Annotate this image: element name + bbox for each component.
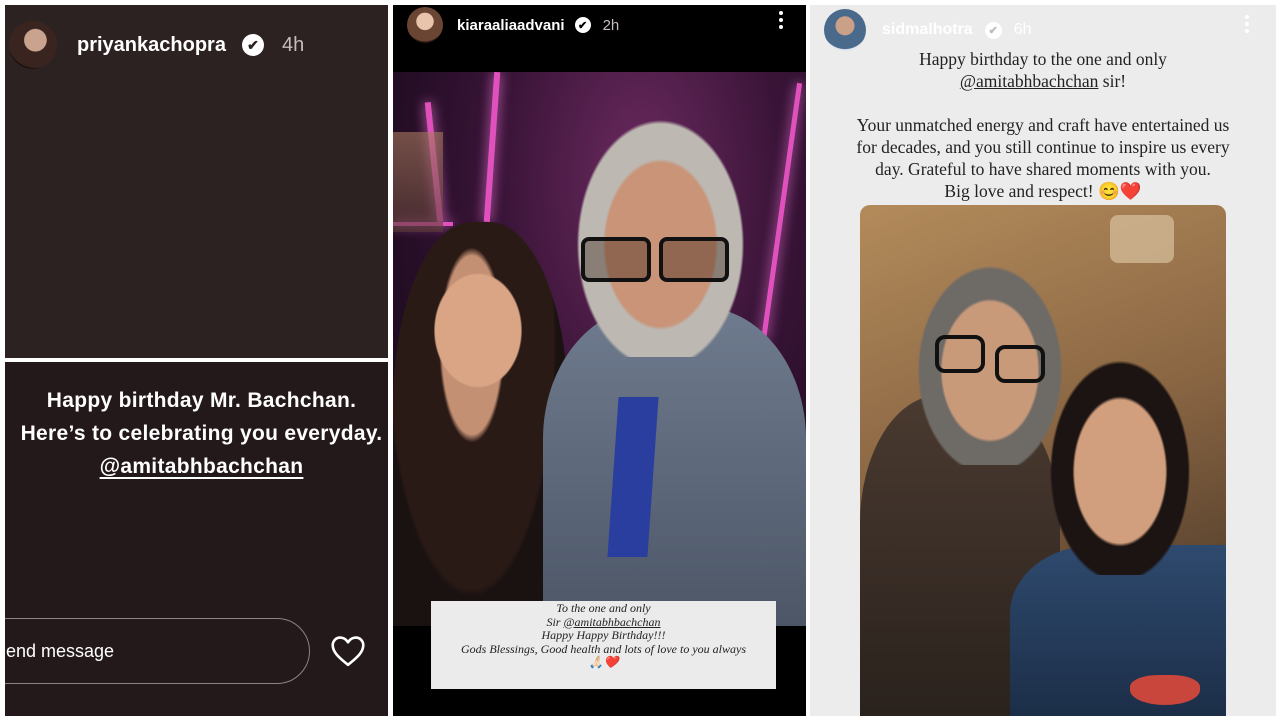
caption-line: Happy birthday Mr. Bachchan. bbox=[46, 389, 357, 412]
caption-prefix: Sir bbox=[546, 614, 564, 629]
verified-badge-icon: ✔ bbox=[984, 21, 1002, 39]
avatar[interactable] bbox=[824, 9, 866, 51]
story-photo bbox=[860, 205, 1226, 716]
post-time: 4h bbox=[281, 33, 305, 56]
story-header: priyankachopra ✔ 4h bbox=[9, 21, 304, 69]
username[interactable]: kiaraaliaadvani bbox=[457, 17, 565, 34]
story-header: sidmalhotra ✔ 6h bbox=[824, 9, 1031, 51]
verified-badge-icon: ✔ bbox=[241, 34, 264, 56]
text-suffix: sir! bbox=[1098, 71, 1127, 91]
story-photo bbox=[393, 72, 806, 626]
story-text: Happy birthday to the one and only @amit… bbox=[810, 48, 1276, 224]
more-vertical-icon[interactable] bbox=[1244, 13, 1250, 35]
mention-link[interactable]: @amitabhbachchan bbox=[563, 615, 660, 629]
verified-badge-icon: ✔ bbox=[574, 17, 591, 33]
text-line: Your unmatched energy and craft have ent… bbox=[856, 115, 1230, 135]
priyanka-story-bottom: Happy birthday Mr. Bachchan. Here’s to c… bbox=[5, 362, 388, 716]
mention-link[interactable]: @amitabhbachchan bbox=[960, 71, 1099, 91]
avatar[interactable] bbox=[407, 7, 443, 43]
story-header: kiaraaliaadvani ✔ 2h bbox=[407, 7, 619, 43]
heart-outline-icon[interactable] bbox=[330, 635, 366, 667]
username[interactable]: sidmalhotra bbox=[882, 21, 973, 39]
text-line: Big love and respect! 😊❤️ bbox=[944, 181, 1142, 201]
caption-line: Here’s to celebrating you everyday. bbox=[20, 422, 383, 445]
mention-link[interactable]: @amitabhbachchan bbox=[100, 455, 304, 478]
avatar[interactable] bbox=[9, 21, 57, 69]
caption-line: Gods Blessings, Good health and lots of … bbox=[461, 641, 746, 656]
caption-emoji: 🙏🏻❤️ bbox=[588, 655, 619, 669]
photo-caption-sticker: To the one and only Sir @amitabhbachchan… bbox=[431, 601, 776, 689]
text-line: day. Grateful to have shared moments wit… bbox=[875, 159, 1211, 179]
sid-story: sidmalhotra ✔ 6h Happy birthday to the o… bbox=[810, 5, 1276, 716]
text-line: Happy birthday to the one and only bbox=[919, 49, 1167, 69]
post-time: 6h bbox=[1013, 21, 1032, 38]
caption-line: Happy Happy Birthday!!! bbox=[541, 628, 666, 642]
caption-line: To the one and only bbox=[556, 601, 651, 615]
post-time: 2h bbox=[602, 16, 620, 34]
story-caption: Happy birthday Mr. Bachchan. Here’s to c… bbox=[5, 384, 388, 483]
send-message-input[interactable]: end message bbox=[5, 618, 310, 684]
more-vertical-icon[interactable] bbox=[778, 9, 784, 31]
kiara-story: kiaraaliaadvani ✔ 2h To the one and only… bbox=[393, 5, 806, 716]
username[interactable]: priyankachopra bbox=[77, 34, 226, 57]
text-line: for decades, and you still continue to i… bbox=[856, 137, 1230, 157]
message-placeholder: end message bbox=[6, 640, 115, 661]
priyanka-story-top: priyankachopra ✔ 4h bbox=[5, 5, 388, 358]
